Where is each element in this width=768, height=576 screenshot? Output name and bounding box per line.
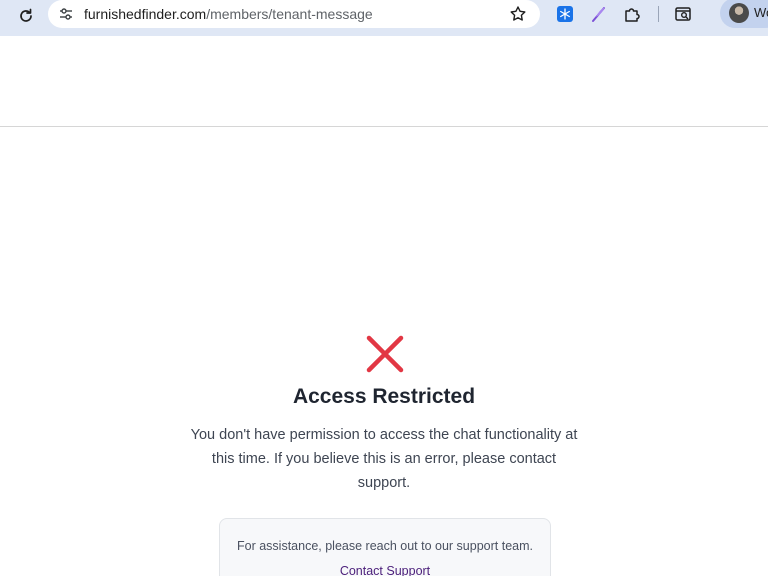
tune-icon[interactable] <box>56 4 76 24</box>
site-header <box>0 36 768 127</box>
puzzle-icon[interactable] <box>622 4 642 24</box>
address-bar[interactable]: furnishedfinder.com/members/tenant-messa… <box>48 0 540 28</box>
star-icon[interactable] <box>508 4 528 24</box>
access-restricted-panel: Access Restricted You don't have permiss… <box>0 127 768 576</box>
page-title: Access Restricted <box>292 385 476 408</box>
feather-extension-icon[interactable] <box>589 4 609 24</box>
snowflake-extension-icon[interactable] <box>555 4 575 24</box>
toolbar-separator <box>658 6 659 22</box>
avatar <box>729 3 749 23</box>
contact-support-link[interactable]: Contact Support <box>220 562 550 576</box>
url-host: furnishedfinder.com <box>84 6 207 22</box>
url-text[interactable]: furnishedfinder.com/members/tenant-messa… <box>84 5 373 23</box>
restriction-message: You don't have permission to access the … <box>190 427 578 491</box>
browser-toolbar: furnishedfinder.com/members/tenant-messa… <box>0 0 768 36</box>
profile-name: Wo <box>754 5 768 20</box>
tab-search-icon[interactable] <box>673 4 693 24</box>
reload-icon[interactable] <box>14 4 38 28</box>
profile-button[interactable]: Wo <box>720 0 768 28</box>
close-x-icon <box>365 334 405 374</box>
support-box: For assistance, please reach out to our … <box>219 518 551 576</box>
assistance-text: For assistance, please reach out to our … <box>237 539 533 553</box>
url-path: /members/tenant-message <box>206 6 373 22</box>
